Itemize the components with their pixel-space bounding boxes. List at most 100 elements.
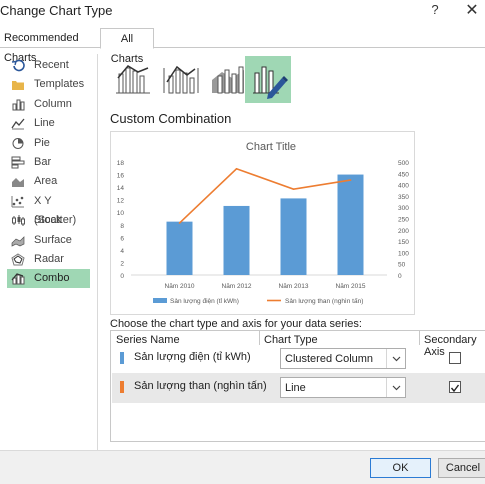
primary-axis-tick-label: 2 <box>120 260 124 267</box>
primary-axis-tick-label: 4 <box>120 248 124 255</box>
chart-type-value: Line <box>285 382 306 394</box>
chevron-down-icon[interactable] <box>386 349 405 368</box>
cancel-button[interactable]: Cancel <box>438 458 485 478</box>
close-button[interactable]: ✕ <box>463 0 481 20</box>
subtype-clustered-column-line[interactable] <box>110 56 156 103</box>
secondary-axis-tick-label: 0 <box>398 273 402 280</box>
sidebar-item-templates[interactable]: Templates <box>7 75 90 94</box>
legend-bar-swatch <box>153 298 167 303</box>
chart-title: Chart Title <box>246 141 296 153</box>
sidebar-item-recent[interactable]: Recent <box>7 56 90 75</box>
secondary-axis-tick-label: 100 <box>398 250 409 257</box>
bar-3 <box>280 198 307 275</box>
primary-axis-tick-label: 12 <box>117 198 125 205</box>
sidebar-item-label: Recent <box>34 59 69 71</box>
legend-line-label: Sản lượng than (nghìn tấn) <box>285 296 363 305</box>
sidebar-item-label: Surface <box>34 233 72 246</box>
secondary-axis-tick-label: 300 <box>398 205 409 212</box>
sidebar-item-label: Stock <box>34 214 62 227</box>
secondary-axis-tick-label: 450 <box>398 171 409 178</box>
line-point-2 <box>235 167 238 170</box>
combo-chart: Chart Title 0 2 4 6 8 10 12 14 16 18 0 50 100 150 200 25… <box>117 141 409 305</box>
sidebar-item-label: Templates <box>34 78 85 91</box>
bar-4 <box>337 174 364 275</box>
line-point-3 <box>292 188 295 190</box>
secondary-axis-tick-label: 200 <box>398 228 409 235</box>
line-chart-icon <box>11 117 25 130</box>
combo-subtype-row <box>110 56 300 103</box>
surface-chart-icon <box>11 234 25 247</box>
primary-axis-tick-label: 0 <box>120 273 124 280</box>
sidebar-item-label: Line <box>34 117 55 130</box>
tab-bar: Recommended Charts All Charts <box>0 28 485 65</box>
sidebar-item-label: Area <box>34 175 58 188</box>
tab-recommended-charts[interactable]: Recommended Charts <box>0 28 96 64</box>
header-divider <box>259 331 260 345</box>
sidebar-item-label: Combo <box>34 272 70 285</box>
secondary-axis-tick-label: 50 <box>398 262 406 269</box>
category-tick-label: Năm 2010 <box>165 283 195 290</box>
help-button[interactable]: ? <box>428 2 442 17</box>
column-chart-icon <box>11 98 25 111</box>
category-tick-label: Năm 2013 <box>279 283 309 290</box>
category-tick-label: Năm 2012 <box>222 283 252 290</box>
sidebar-item-surface[interactable]: Surface <box>7 231 90 250</box>
secondary-axis-tick-label: 350 <box>398 194 409 201</box>
scatter-chart-icon <box>11 195 25 208</box>
legend-bar-label: Sản lượng điện (tỉ kWh) <box>170 297 239 305</box>
secondary-axis-checkbox[interactable] <box>449 381 461 393</box>
ok-button[interactable]: OK <box>370 458 431 478</box>
chart-type-value: Clustered Column <box>285 353 374 365</box>
chevron-down-icon[interactable] <box>386 378 405 397</box>
sidebar-item-pie[interactable]: Pie <box>7 134 90 153</box>
sidebar-item-combo[interactable]: Combo <box>7 269 90 289</box>
sidebar-item-label: Pie <box>34 136 50 149</box>
custom-combination-icon <box>253 66 288 99</box>
sidebar-item-label: Bar <box>34 156 52 168</box>
area-chart-icon <box>11 175 25 188</box>
sidebar-item-area[interactable]: Area <box>7 172 90 191</box>
series-name: Sản lượng điện (tỉ kWh) <box>134 351 251 363</box>
sidebar-item-label: Column <box>34 97 72 110</box>
sidebar-item-column[interactable]: Column <box>7 95 90 114</box>
sidebar-item-bar[interactable]: Bar <box>7 153 90 172</box>
sidebar-item-radar[interactable]: Radar <box>7 250 90 269</box>
custom-combination-heading: Custom Combination <box>110 111 232 126</box>
primary-axis-tick-label: 6 <box>120 235 124 242</box>
clustered-column-line-icon <box>116 65 150 94</box>
series-row: Sản lượng điện (tỉ kWh) Clustered Column <box>112 344 485 374</box>
sidebar-item-line[interactable]: Line <box>7 114 90 133</box>
combo-chart-icon <box>11 272 25 285</box>
bar-chart-icon <box>11 156 25 169</box>
subtype-custom-combination[interactable] <box>245 56 291 103</box>
sidebar-item-label: Radar <box>34 253 64 265</box>
subtype-clustered-column-line-secondary[interactable] <box>158 56 204 103</box>
series-color-swatch <box>120 381 124 393</box>
chart-type-select[interactable]: Line <box>280 377 406 398</box>
secondary-axis-checkbox[interactable] <box>449 352 461 364</box>
choose-chart-type-label: Choose the chart type and axis for your … <box>110 318 362 330</box>
chart-type-select[interactable]: Clustered Column <box>280 348 406 369</box>
primary-axis-tick-label: 14 <box>117 185 125 192</box>
check-icon <box>450 384 460 393</box>
stock-chart-icon <box>11 214 25 227</box>
bar-2 <box>223 205 250 275</box>
secondary-axis-tick-label: 500 <box>398 160 409 167</box>
tab-all-charts[interactable]: All Charts <box>100 28 154 65</box>
dialog-footer: OK Cancel <box>0 450 485 484</box>
bar-1 <box>166 221 193 275</box>
primary-axis-tick-label: 18 <box>117 160 125 167</box>
clustered-column-line-secondary-axis-icon <box>163 65 199 94</box>
sidebar-item-x-y-scatter[interactable]: X Y (Scatter) <box>7 192 90 226</box>
dialog-title: Change Chart Type <box>0 3 113 18</box>
folder-icon <box>11 78 25 91</box>
sidebar-item-stock[interactable]: Stock <box>7 211 90 230</box>
header-divider <box>419 331 420 345</box>
series-row: Sản lượng than (nghìn tấn) Line <box>112 373 485 403</box>
series-name: Sản lượng than (nghìn tấn) <box>134 380 267 392</box>
pie-chart-icon <box>11 137 25 150</box>
chart-preview: Chart Title 0 2 4 6 8 10 12 14 16 18 0 50 100 150 200 25… <box>110 131 415 315</box>
primary-axis-tick-label: 8 <box>120 223 124 230</box>
line-point-1 <box>178 222 181 224</box>
recent-icon <box>11 59 25 72</box>
